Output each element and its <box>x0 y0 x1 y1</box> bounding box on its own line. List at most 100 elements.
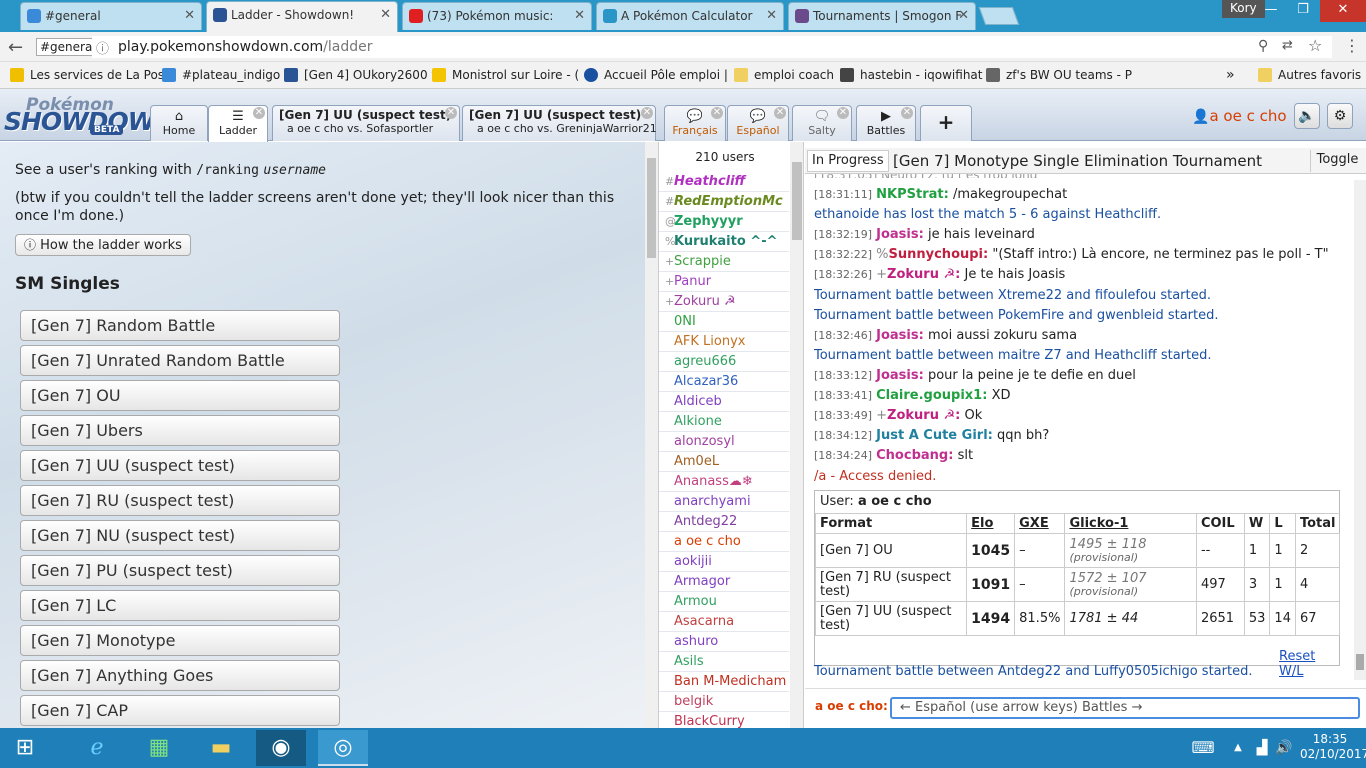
store-icon[interactable]: ▦ <box>134 730 184 766</box>
format-button[interactable]: [Gen 7] OU <box>20 380 340 411</box>
url-field[interactable]: ⓘ play.pokemonshowdown.com/ladder ⚲ ⇄ ☆ <box>92 36 1332 58</box>
user-list-item[interactable]: +Scrappie <box>659 252 789 272</box>
format-button[interactable]: [Gen 7] RU (suspect test) <box>20 485 340 516</box>
user-list-item[interactable]: anarchyami <box>659 492 789 512</box>
toggle-button[interactable]: Toggle <box>1310 150 1364 172</box>
browser-tab-calculator[interactable]: A Pokémon Calculator ✕ <box>596 2 784 30</box>
user-list-item[interactable]: AFK Lionyx <box>659 332 789 352</box>
tab-close-icon[interactable]: ✕ <box>445 107 457 119</box>
format-button[interactable]: [Gen 7] Monotype <box>20 625 340 656</box>
ladder-scroll-thumb[interactable] <box>647 158 656 258</box>
chat-username[interactable]: NKPStrat: <box>876 187 949 202</box>
format-button[interactable]: [Gen 7] PU (suspect test) <box>20 555 340 586</box>
keyboard-icon[interactable]: ⌨ <box>1186 730 1220 766</box>
user-list-item[interactable]: Armagor <box>659 572 789 592</box>
format-button[interactable]: [Gen 7] CAP <box>20 695 340 726</box>
key-icon[interactable]: ⚲ <box>1258 38 1268 54</box>
user-list-item[interactable]: BlackCurry <box>659 712 789 728</box>
reset-wl-link[interactable]: Reset W/L <box>1279 649 1339 679</box>
internet-explorer-icon[interactable]: ℯ <box>72 730 122 766</box>
userlist-scroll-thumb[interactable] <box>792 162 802 240</box>
chat-username[interactable]: Joasis: <box>876 328 924 343</box>
user-list-item[interactable]: Alcazar36 <box>659 372 789 392</box>
star-icon[interactable]: ☆ <box>1308 36 1322 55</box>
chat-input[interactable]: ← Español (use arrow keys) Battles → <box>890 697 1360 719</box>
user-list-item[interactable]: agreu666 <box>659 352 789 372</box>
tab-room-salty[interactable]: 🗨 Salty ✕ <box>792 105 852 141</box>
translate-icon[interactable]: ⇄ <box>1282 38 1293 53</box>
tab-battle-1[interactable]: [Gen 7] UU (suspect test) a oe c cho vs.… <box>272 105 460 141</box>
user-list-item[interactable]: #Heathcliff <box>659 172 789 192</box>
tab-close-icon[interactable]: ✕ <box>774 107 786 119</box>
user-list-item[interactable]: Aldiceb <box>659 392 789 412</box>
bookmark-item[interactable]: Monistrol sur Loire - ( <box>430 68 579 82</box>
user-list-item[interactable]: Antdeg22 <box>659 512 789 532</box>
tab-close-icon[interactable]: ✕ <box>766 3 777 29</box>
chat-username[interactable]: Chocbang: <box>876 448 953 463</box>
chat-scrollbar[interactable] <box>1354 180 1366 680</box>
user-list-item[interactable]: belgik <box>659 692 789 712</box>
bookmarks-overflow[interactable]: » <box>1226 67 1235 83</box>
menu-icon[interactable]: ⋮ <box>1344 36 1360 55</box>
tray-arrow-icon[interactable]: ▲ <box>1228 730 1248 766</box>
header-username[interactable]: 👤a oe c cho <box>1192 107 1287 125</box>
minimize-icon[interactable]: — <box>1256 0 1286 22</box>
chat-username[interactable]: Claire.goupix1: <box>876 388 987 403</box>
browser-tab-youtube[interactable]: (73) Pokémon music: ✕ <box>402 2 592 30</box>
user-list-item[interactable]: Armou <box>659 592 789 612</box>
how-ladder-works-button[interactable]: ⓘ How the ladder works <box>15 234 191 256</box>
chrome-icon[interactable]: ◎ <box>318 730 368 766</box>
tab-battles[interactable]: ▶ Battles ✕ <box>856 105 916 141</box>
user-list-item[interactable]: alonzosyl <box>659 432 789 452</box>
format-button[interactable]: [Gen 7] Random Battle <box>20 310 340 341</box>
format-button[interactable]: [Gen 7] Ubers <box>20 415 340 446</box>
user-list-item[interactable]: 0NI <box>659 312 789 332</box>
tab-close-icon[interactable]: ✕ <box>253 107 265 119</box>
user-list-item[interactable]: +Zokuru ☭ <box>659 292 789 312</box>
bookmark-item[interactable]: Accueil Pôle emploi | <box>582 68 728 82</box>
tab-home[interactable]: ⌂ Home <box>150 105 208 141</box>
chat-scroll-thumb[interactable] <box>1356 654 1364 670</box>
user-list-item[interactable]: Am0eL <box>659 452 789 472</box>
chat-username[interactable]: Sunnychoupi: <box>889 247 989 262</box>
tab-close-icon[interactable]: ✕ <box>184 3 195 29</box>
chat-username[interactable]: Joasis: <box>876 368 924 383</box>
bookmark-item[interactable]: Les services de La Pos <box>8 68 164 82</box>
user-list-item[interactable]: Asils <box>659 652 789 672</box>
user-list-item[interactable]: %Kurukaito ^-^ <box>659 232 789 252</box>
gear-icon[interactable]: ⚙ <box>1327 103 1353 129</box>
info-icon[interactable]: ⓘ <box>96 38 109 57</box>
user-list-item[interactable]: @Zephyyyr <box>659 212 789 232</box>
browser-tab-general[interactable]: #general ✕ <box>20 2 202 30</box>
user-list-item[interactable]: Alkione <box>659 412 789 432</box>
tab-close-icon[interactable]: ✕ <box>837 107 849 119</box>
new-tab-button[interactable] <box>978 7 1020 25</box>
tab-close-icon[interactable]: ✕ <box>958 3 969 29</box>
user-list-item[interactable]: Ananass☁❄ <box>659 472 789 492</box>
sound-icon[interactable]: 🔈 <box>1294 103 1320 129</box>
user-list-item[interactable]: Ban M-Medicham p <box>659 672 789 692</box>
bookmark-item[interactable]: #plateau_indigo <box>160 68 280 82</box>
format-button[interactable]: [Gen 7] UU (suspect test) <box>20 450 340 481</box>
browser-tab-ladder[interactable]: Ladder - Showdown! ✕ <box>206 1 398 32</box>
showdown-logo[interactable]: Pokémon SHOWDOWN BETA <box>4 93 175 137</box>
user-list-item[interactable]: a oe c cho <box>659 532 789 552</box>
user-list-item[interactable]: Asacarna <box>659 612 789 632</box>
tab-ladder[interactable]: ☰ Ladder ✕ <box>208 105 268 142</box>
tab-close-icon[interactable]: ✕ <box>574 3 585 29</box>
tab-close-icon[interactable]: ✕ <box>380 2 391 28</box>
windows-start-icon[interactable]: ⊞ <box>0 730 50 766</box>
tab-room-espanol[interactable]: 💬 Español ✕ <box>727 105 789 141</box>
maximize-icon[interactable]: ❐ <box>1288 0 1318 22</box>
col-glicko[interactable]: Glicko-1 <box>1064 513 1197 534</box>
bookmark-item[interactable]: [Gen 4] OUkory2600 v <box>282 68 439 82</box>
file-explorer-icon[interactable]: ▬ <box>196 730 246 766</box>
tab-new-room[interactable]: + <box>920 105 972 141</box>
volume-icon[interactable]: 🔊 <box>1274 730 1294 766</box>
chat-username[interactable]: Joasis: <box>876 227 924 242</box>
chat-username[interactable]: Zokuru ☭: <box>887 408 960 423</box>
format-button[interactable]: [Gen 7] LC <box>20 590 340 621</box>
tab-close-icon[interactable]: ✕ <box>901 107 913 119</box>
chat-username[interactable]: Zokuru ☭: <box>887 267 960 282</box>
steam-icon[interactable]: ◉ <box>256 730 306 766</box>
